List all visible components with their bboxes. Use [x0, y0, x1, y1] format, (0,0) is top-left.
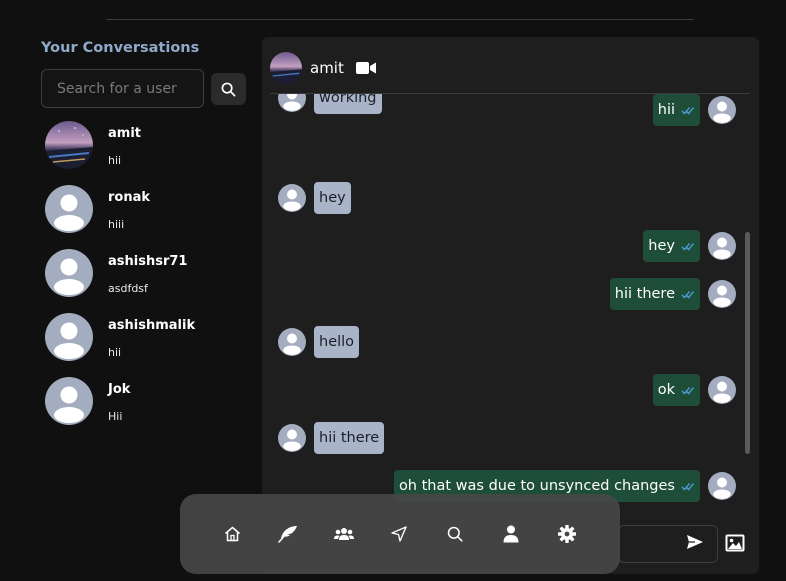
conversation-name: ashishsr71	[108, 254, 188, 269]
users-icon	[333, 528, 354, 540]
message-bubble: ok	[652, 374, 700, 406]
nav-home-button[interactable]	[222, 524, 242, 544]
message-outgoing: hey	[643, 230, 736, 262]
message-bubble: hii there	[314, 422, 385, 454]
avatar	[708, 96, 736, 124]
send-nav-icon	[391, 526, 408, 542]
read-receipt-icon	[681, 106, 695, 115]
conversation-item-ashishsr71[interactable]: ashishsr71 asdfdsf	[45, 249, 245, 313]
message-bubble: hey	[643, 230, 700, 262]
read-receipt-icon	[681, 290, 695, 299]
message-text: hii there	[614, 286, 675, 302]
message-bubble: hey	[314, 182, 351, 214]
avatar	[708, 376, 736, 404]
conversation-last-message: Hii	[108, 410, 123, 423]
chat-contact-name: amit	[310, 59, 344, 77]
avatar[interactable]	[270, 52, 302, 84]
chat-header: amit	[270, 52, 376, 84]
conversation-last-message: hiii	[108, 218, 125, 231]
search-nav-icon	[448, 526, 463, 542]
message-text: oh that was due to unsynced changes	[398, 478, 675, 494]
avatar	[708, 232, 736, 260]
avatar	[278, 424, 306, 452]
user-search-field[interactable]	[41, 69, 204, 108]
message-outgoing: ok	[652, 374, 736, 406]
avatar	[45, 185, 93, 233]
conversation-last-message: asdfdsf	[108, 282, 148, 295]
message-incoming: hii there	[278, 422, 385, 454]
message-scrollbar[interactable]	[745, 232, 750, 454]
top-divider	[106, 19, 694, 20]
message-incoming: working	[278, 94, 382, 114]
conversation-item-jok[interactable]: Jok Hii	[45, 377, 245, 441]
image-icon	[725, 534, 745, 552]
avatar	[45, 249, 93, 297]
nav-messages-button[interactable]	[389, 524, 409, 544]
search-icon	[221, 82, 236, 96]
settings-icon	[557, 525, 576, 543]
avatar	[278, 94, 306, 112]
avatar	[708, 280, 736, 308]
message-outgoing: hii	[652, 94, 736, 126]
conversation-name: amit	[108, 126, 141, 141]
send-icon	[687, 535, 703, 549]
message-bubble: working	[314, 94, 382, 114]
conversation-item-ronak[interactable]: ronak hiii	[45, 185, 245, 249]
nav-profile-button[interactable]	[501, 524, 521, 544]
conversation-name: ashishmalik	[108, 318, 196, 333]
conversation-name: ronak	[108, 190, 151, 205]
message-bubble: hii there	[609, 278, 700, 310]
conversation-list: amit hii ronak hiii ashishsr71 asdfdsf a…	[45, 121, 245, 441]
search-button[interactable]	[211, 73, 246, 105]
nav-search-button[interactable]	[445, 524, 465, 544]
conversation-last-message: hii	[108, 154, 122, 167]
feather-icon	[278, 526, 297, 543]
message-outgoing: hii there	[609, 278, 736, 310]
video-call-icon[interactable]	[355, 61, 376, 75]
message-text: hii	[657, 102, 675, 118]
user-search-input[interactable]	[42, 70, 203, 107]
avatar	[45, 377, 93, 425]
message-bubble: hello	[314, 326, 360, 358]
send-button[interactable]	[686, 534, 704, 554]
nav-feed-button[interactable]	[278, 524, 298, 544]
nav-settings-button[interactable]	[557, 524, 577, 544]
message-incoming: hello	[278, 326, 360, 358]
nav-friends-button[interactable]	[333, 524, 354, 544]
message-bubble: hii	[652, 94, 700, 126]
profile-icon	[503, 525, 519, 543]
avatar	[45, 121, 93, 169]
conversation-last-message: hii	[108, 346, 122, 359]
message-list: working hii hey hey hii there hello ok h…	[262, 94, 759, 504]
bottom-nav	[180, 494, 620, 574]
read-receipt-icon	[681, 386, 695, 395]
read-receipt-icon	[681, 482, 695, 491]
home-icon	[224, 526, 240, 542]
avatar	[278, 184, 306, 212]
avatar	[45, 313, 93, 361]
message-text: hey	[648, 238, 675, 254]
message-incoming: hey	[278, 182, 351, 214]
message-text: ok	[657, 382, 675, 398]
conversation-item-amit[interactable]: amit hii	[45, 121, 245, 185]
attach-image-button[interactable]	[725, 534, 745, 556]
conversation-name: Jok	[108, 382, 131, 397]
conversation-item-ashishmalik[interactable]: ashishmalik hii	[45, 313, 245, 377]
avatar	[708, 472, 736, 500]
conversations-title: Your Conversations	[41, 40, 200, 56]
avatar	[278, 328, 306, 356]
read-receipt-icon	[681, 242, 695, 251]
